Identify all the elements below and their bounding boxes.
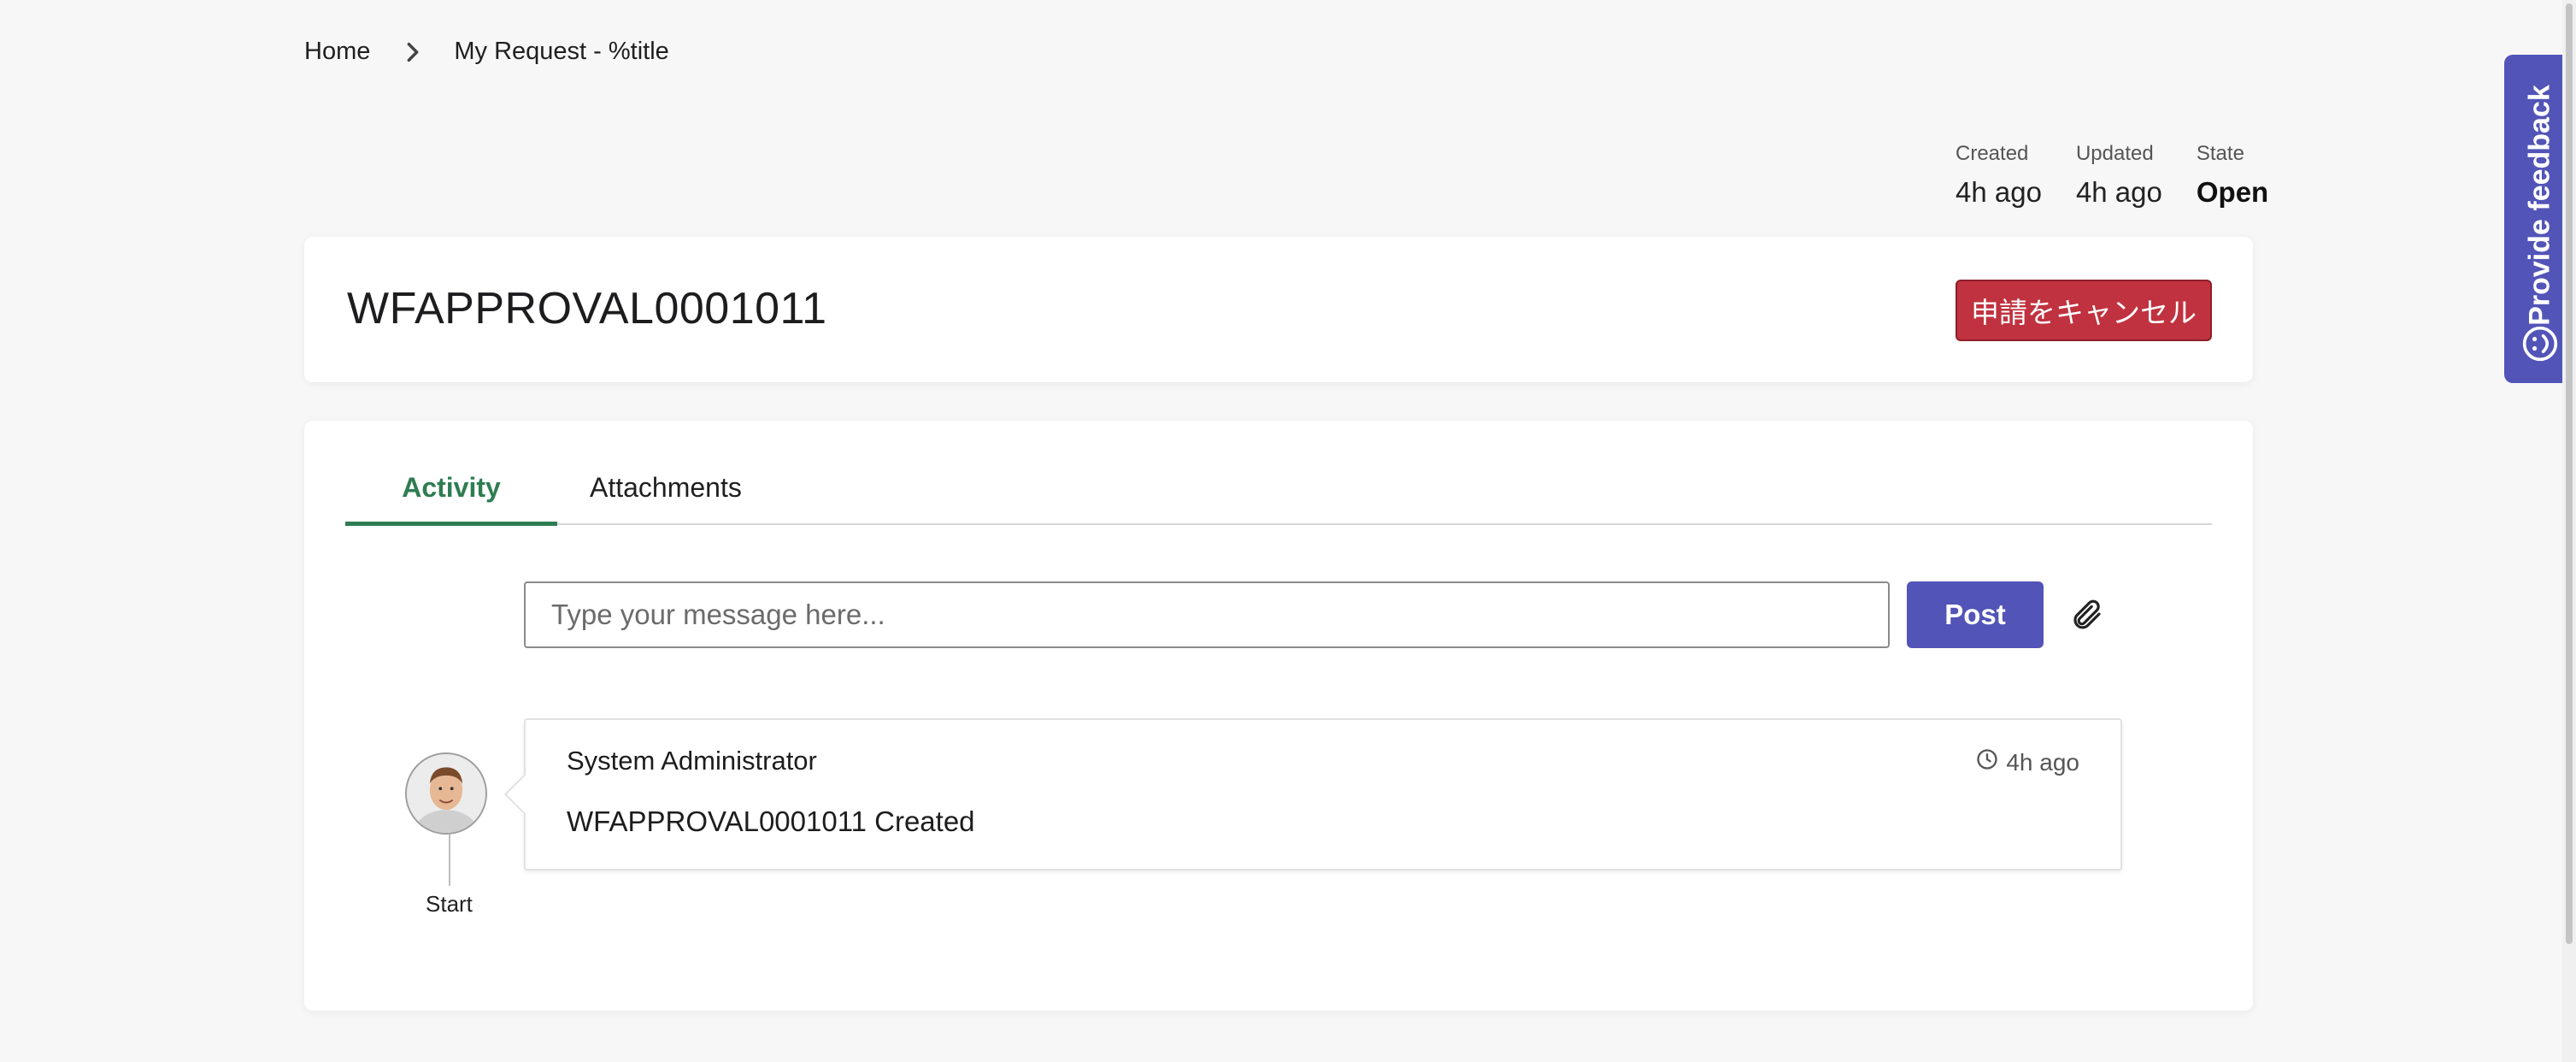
meta-updated: Updated 4h ago — [2076, 142, 2162, 209]
activity-card: Activity Attachments Post — [304, 421, 2253, 1011]
updated-value: 4h ago — [2075, 176, 2162, 208]
chevron-right-icon — [401, 40, 425, 64]
cancel-request-button[interactable]: 申請をキャンセル — [1956, 280, 2212, 341]
smiley-icon — [2521, 325, 2559, 363]
message-composer: Post — [524, 581, 2105, 648]
entry-message: WFAPPROVAL0001011 Created — [567, 805, 975, 837]
created-value: 4h ago — [1956, 176, 2042, 208]
breadcrumb-current: My Request - %title — [454, 38, 669, 65]
message-input[interactable] — [524, 581, 1890, 648]
meta-state: State Open — [2197, 142, 2268, 209]
entry-time: 4h ago — [1975, 747, 2079, 777]
state-value: Open — [2196, 176, 2269, 208]
tab-bar: Activity Attachments — [345, 472, 2212, 526]
created-label: Created — [1956, 142, 2029, 165]
avatar — [405, 752, 487, 835]
tab-activity[interactable]: Activity — [345, 472, 557, 526]
page: Home My Request - %title Created 4h ago … — [0, 0, 2576, 1062]
post-button[interactable]: Post — [1907, 581, 2044, 648]
activity-entry: System Administrator 4h ago WFAPPROVAL00… — [503, 718, 2122, 870]
breadcrumb: Home My Request - %title — [304, 38, 669, 66]
request-header-card: WFAPPROVAL0001011 申請をキャンセル — [304, 237, 2253, 382]
updated-label: Updated — [2075, 142, 2154, 165]
timeline-start-label: Start — [426, 891, 473, 917]
entry-pointer — [503, 773, 546, 816]
tab-attachments[interactable]: Attachments — [590, 472, 742, 523]
entry-author: System Administrator — [567, 746, 817, 776]
breadcrumb-home-link[interactable]: Home — [304, 38, 370, 66]
meta-created: Created 4h ago — [1956, 142, 2042, 209]
state-label: State — [2196, 142, 2244, 165]
timeline-line — [449, 835, 450, 886]
request-title: WFAPPROVAL0001011 — [347, 284, 827, 333]
feedback-label: Provide feedback — [2523, 85, 2556, 326]
entry-time-text: 4h ago — [2006, 748, 2079, 776]
clock-icon — [1975, 747, 1999, 777]
vertical-scrollbar[interactable] — [2562, 0, 2576, 1062]
paperclip-icon[interactable] — [2069, 597, 2105, 633]
request-meta: Created 4h ago Updated 4h ago State Open — [1956, 142, 2268, 209]
scrollbar-thumb[interactable] — [2566, 3, 2573, 944]
